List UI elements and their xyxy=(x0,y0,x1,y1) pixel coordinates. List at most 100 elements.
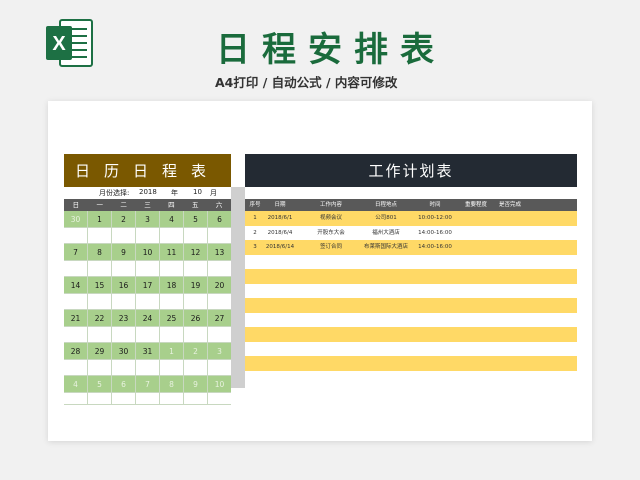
plan-table-row[interactable] xyxy=(245,356,577,371)
calendar-note-cell[interactable] xyxy=(112,294,136,310)
calendar-note-cell[interactable] xyxy=(112,261,136,277)
calendar-note-cell[interactable] xyxy=(88,327,112,343)
calendar-day-cell[interactable]: 10 xyxy=(208,376,231,393)
calendar-note-cell[interactable] xyxy=(208,327,231,343)
calendar-note-cell[interactable] xyxy=(160,393,184,405)
calendar-note-cell[interactable] xyxy=(160,327,184,343)
calendar-day-cell[interactable]: 6 xyxy=(112,376,136,393)
calendar-day-cell[interactable]: 4 xyxy=(160,211,184,228)
calendar-note-cell[interactable] xyxy=(112,327,136,343)
logo-letter: X xyxy=(52,33,66,55)
calendar-note-cell[interactable] xyxy=(88,360,112,376)
calendar-note-cell[interactable] xyxy=(184,261,208,277)
calendar-day-cell[interactable]: 1 xyxy=(160,343,184,360)
calendar-note-cell[interactable] xyxy=(184,360,208,376)
calendar-note-cell[interactable] xyxy=(208,294,231,310)
calendar-note-cell[interactable] xyxy=(64,228,88,244)
calendar-day-cell[interactable]: 20 xyxy=(208,277,231,294)
calendar-note-cell[interactable] xyxy=(136,294,160,310)
calendar-note-cell[interactable] xyxy=(160,294,184,310)
calendar-note-cell[interactable] xyxy=(208,360,231,376)
calendar-day-cell[interactable]: 11 xyxy=(160,244,184,261)
calendar-day-cell[interactable]: 28 xyxy=(64,343,88,360)
calendar-day-cell[interactable]: 30 xyxy=(112,343,136,360)
calendar-note-cell[interactable] xyxy=(136,327,160,343)
calendar-day-cell[interactable]: 31 xyxy=(136,343,160,360)
calendar-note-cell[interactable] xyxy=(160,261,184,277)
plan-table-row[interactable] xyxy=(245,341,577,356)
calendar-day-cell[interactable]: 16 xyxy=(112,277,136,294)
calendar-note-cell[interactable] xyxy=(184,294,208,310)
month-value[interactable]: 10 xyxy=(193,188,202,196)
calendar-day-cell[interactable]: 21 xyxy=(64,310,88,327)
calendar-day-cell[interactable]: 29 xyxy=(88,343,112,360)
calendar-day-cell[interactable]: 1 xyxy=(88,211,112,228)
plan-table-row[interactable] xyxy=(245,298,577,313)
calendar-note-cell[interactable] xyxy=(64,327,88,343)
calendar-note-cell[interactable] xyxy=(184,228,208,244)
calendar-note-cell[interactable] xyxy=(184,327,208,343)
calendar-note-cell[interactable] xyxy=(208,393,231,405)
plan-table-row[interactable] xyxy=(245,254,577,269)
calendar-day-cell[interactable]: 2 xyxy=(112,211,136,228)
plan-table-row[interactable] xyxy=(245,327,577,342)
calendar-day-cell[interactable]: 7 xyxy=(136,376,160,393)
calendar-day-cell[interactable]: 9 xyxy=(184,376,208,393)
plan-table-row[interactable] xyxy=(245,312,577,327)
plan-table-row[interactable]: 3 2018/6/14 签订合同 布莱斯国际大酒店 14:00-16:00 xyxy=(245,240,577,255)
calendar-note-cell[interactable] xyxy=(88,294,112,310)
calendar-note-cell[interactable] xyxy=(208,228,231,244)
calendar-note-cell[interactable] xyxy=(208,261,231,277)
calendar-note-cell[interactable] xyxy=(64,393,88,405)
calendar-day-cell[interactable]: 5 xyxy=(184,211,208,228)
calendar-note-cell[interactable] xyxy=(112,360,136,376)
calendar-day-cell[interactable]: 12 xyxy=(184,244,208,261)
calendar-day-cell[interactable]: 8 xyxy=(160,376,184,393)
calendar-note-cell[interactable] xyxy=(160,360,184,376)
calendar-day-cell[interactable]: 27 xyxy=(208,310,231,327)
calendar-day-cell[interactable]: 7 xyxy=(64,244,88,261)
calendar-day-cell[interactable]: 24 xyxy=(136,310,160,327)
calendar-day-cell[interactable]: 19 xyxy=(184,277,208,294)
calendar-day-cell[interactable]: 5 xyxy=(88,376,112,393)
calendar-day-cell[interactable]: 4 xyxy=(64,376,88,393)
calendar-note-cell[interactable] xyxy=(64,360,88,376)
plan-table-row[interactable] xyxy=(245,370,577,385)
calendar-day-cell[interactable]: 8 xyxy=(88,244,112,261)
calendar-note-cell[interactable] xyxy=(184,393,208,405)
calendar-note-cell[interactable] xyxy=(112,393,136,405)
calendar-note-cell[interactable] xyxy=(88,261,112,277)
calendar-note-cell[interactable] xyxy=(88,228,112,244)
calendar-day-cell[interactable]: 6 xyxy=(208,211,231,228)
calendar-day-cell[interactable]: 3 xyxy=(136,211,160,228)
calendar-day-cell[interactable]: 2 xyxy=(184,343,208,360)
plan-table-row[interactable] xyxy=(245,269,577,284)
calendar-day-cell[interactable]: 3 xyxy=(208,343,231,360)
calendar-day-cell[interactable]: 18 xyxy=(160,277,184,294)
calendar-week-row: 28 29 30 31 1 2 3 xyxy=(64,343,231,360)
calendar-note-cell[interactable] xyxy=(112,228,136,244)
calendar-day-cell[interactable]: 23 xyxy=(112,310,136,327)
calendar-day-cell[interactable]: 15 xyxy=(88,277,112,294)
calendar-note-cell[interactable] xyxy=(136,393,160,405)
calendar-day-cell[interactable]: 9 xyxy=(112,244,136,261)
calendar-day-cell[interactable]: 14 xyxy=(64,277,88,294)
calendar-note-cell[interactable] xyxy=(136,360,160,376)
calendar-day-cell[interactable]: 10 xyxy=(136,244,160,261)
calendar-note-cell[interactable] xyxy=(136,228,160,244)
calendar-note-cell[interactable] xyxy=(64,294,88,310)
plan-table-row[interactable]: 1 2018/6/1 视频会议 公司801 10:00-12:00 xyxy=(245,211,577,226)
calendar-day-cell[interactable]: 13 xyxy=(208,244,231,261)
plan-table-row[interactable] xyxy=(245,283,577,298)
calendar-note-cell[interactable] xyxy=(160,228,184,244)
calendar-day-cell[interactable]: 30 xyxy=(64,211,88,228)
calendar-note-cell[interactable] xyxy=(88,393,112,405)
calendar-day-cell[interactable]: 17 xyxy=(136,277,160,294)
calendar-day-cell[interactable]: 25 xyxy=(160,310,184,327)
calendar-day-cell[interactable]: 22 xyxy=(88,310,112,327)
year-value[interactable]: 2018 xyxy=(139,188,157,196)
calendar-note-cell[interactable] xyxy=(136,261,160,277)
calendar-day-cell[interactable]: 26 xyxy=(184,310,208,327)
plan-table-row[interactable]: 2 2018/6/4 开股东大会 福州大酒店 14:00-16:00 xyxy=(245,225,577,240)
calendar-note-cell[interactable] xyxy=(64,261,88,277)
